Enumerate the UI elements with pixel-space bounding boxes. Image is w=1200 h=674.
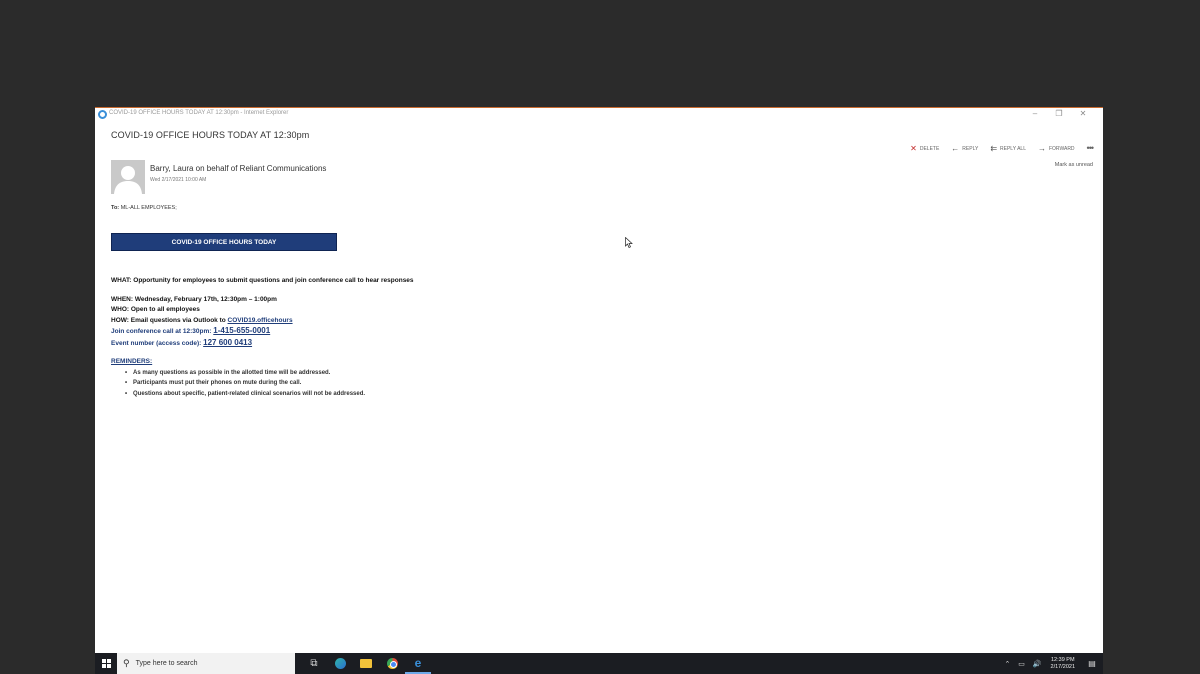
edge-icon[interactable] [327,653,353,674]
more-actions-button[interactable]: ••• [1087,144,1095,153]
minimize-button[interactable]: – [1023,108,1047,120]
window-title: COVID-19 OFFICE HOURS TODAY AT 12:30pm -… [109,110,289,116]
browser-window: COVID-19 OFFICE HOURS TODAY AT 12:30pm -… [95,107,1103,653]
forward-label: FORWARD [1048,145,1075,152]
clock-date: 2/17/2021 [1050,663,1075,670]
taskbar-apps: ⧉ e [301,653,431,674]
email-toolbar: ✕ DELETE ← REPLY ⇇ REPLY ALL → FORWARD •… [898,143,1095,153]
clock[interactable]: 12:39 PM 2/17/2021 [1051,657,1075,671]
window-controls: – ❐ ✕ [1023,108,1095,120]
taskbar-search[interactable]: ⚲ Type here to search [117,653,295,674]
list-item: As many questions as possible in the all… [125,368,711,379]
delete-icon: ✕ [910,143,917,153]
to-label: To: [111,205,120,211]
reminders-list: As many questions as possible in the all… [125,368,711,400]
windows-icon [101,659,111,668]
forward-icon: → [1037,143,1046,153]
sender-name: Barry, Laura on behalf of Reliant Commun… [150,164,327,173]
event-prefix: Event number (access code): [111,339,202,347]
close-button[interactable]: ✕ [1071,108,1095,120]
tray-icons[interactable]: ⌃ ▭ 🔊 [1004,660,1044,668]
clock-time: 12:39 PM [1050,656,1075,663]
mouse-cursor-icon [625,237,633,248]
list-item: Participants must put their phones on mu… [125,378,711,389]
chrome-icon[interactable] [379,653,405,674]
reminders-heading: REMINDERS: [111,358,153,365]
sent-date: Wed 2/17/2021 10:00 AM [150,177,207,183]
reply-button[interactable]: ← REPLY [951,143,979,153]
conference-phone-link[interactable]: 1-415-655-0001 [213,326,270,335]
who-line: WHO: Open to all employees [111,306,200,313]
start-button[interactable] [95,653,117,674]
search-icon: ⚲ [123,658,130,668]
restore-button[interactable]: ❐ [1047,108,1071,120]
announcement-banner: COVID-19 OFFICE HOURS TODAY [111,233,337,251]
system-tray: ⌃ ▭ 🔊 12:39 PM 2/17/2021 ▤ [1004,653,1103,674]
when-line: WHEN: Wednesday, February 17th, 12:30pm … [111,295,277,303]
reply-all-icon: ⇇ [990,143,998,153]
internet-explorer-icon[interactable]: e [405,653,431,674]
taskbar: ⚲ Type here to search ⧉ e ⌃ ▭ 🔊 12:39 PM… [95,653,1103,674]
reply-all-button[interactable]: ⇇ REPLY ALL [990,143,1026,153]
delete-label: DELETE [919,145,940,152]
join-prefix: Join conference call at 12:30pm: [111,328,212,335]
search-placeholder: Type here to search [135,660,198,667]
reply-label: REPLY [962,145,979,152]
forward-button[interactable]: → FORWARD [1037,143,1075,153]
reply-all-label: REPLY ALL [1000,145,1026,152]
delete-button[interactable]: ✕ DELETE [910,143,940,153]
join-line: Join conference call at 12:30pm: 1-415-6… [111,326,711,338]
officehours-email-link[interactable]: COVID19.officehours [228,317,293,324]
title-bar: COVID-19 OFFICE HOURS TODAY AT 12:30pm -… [95,108,1103,121]
event-code-link[interactable]: 127 600 0413 [203,338,252,347]
internet-explorer-icon [98,110,107,119]
email-body: WHAT: Opportunity for employees to submi… [111,276,711,399]
notification-icon[interactable]: ▤ [1085,653,1099,674]
how-prefix: HOW: Email questions via Outlook to [111,316,226,324]
mark-unread-link[interactable]: Mark as unread [1055,162,1093,168]
event-line: Event number (access code): 127 600 0413 [111,338,711,350]
what-line: WHAT: Opportunity for employees to submi… [111,277,414,284]
how-line: HOW: Email questions via Outlook to COVI… [111,316,711,327]
recipients-line: To: ML-ALL EMPLOYEES; [111,205,177,211]
to-value[interactable]: ML-ALL EMPLOYEES; [121,205,177,211]
sender-avatar [111,160,145,194]
email-subject: COVID-19 OFFICE HOURS TODAY AT 12:30pm [111,130,310,140]
person-icon [111,160,145,194]
reply-icon: ← [951,143,960,153]
task-view-icon[interactable]: ⧉ [301,653,327,674]
list-item: Questions about specific, patient-relate… [125,389,711,400]
file-explorer-icon[interactable] [353,653,379,674]
